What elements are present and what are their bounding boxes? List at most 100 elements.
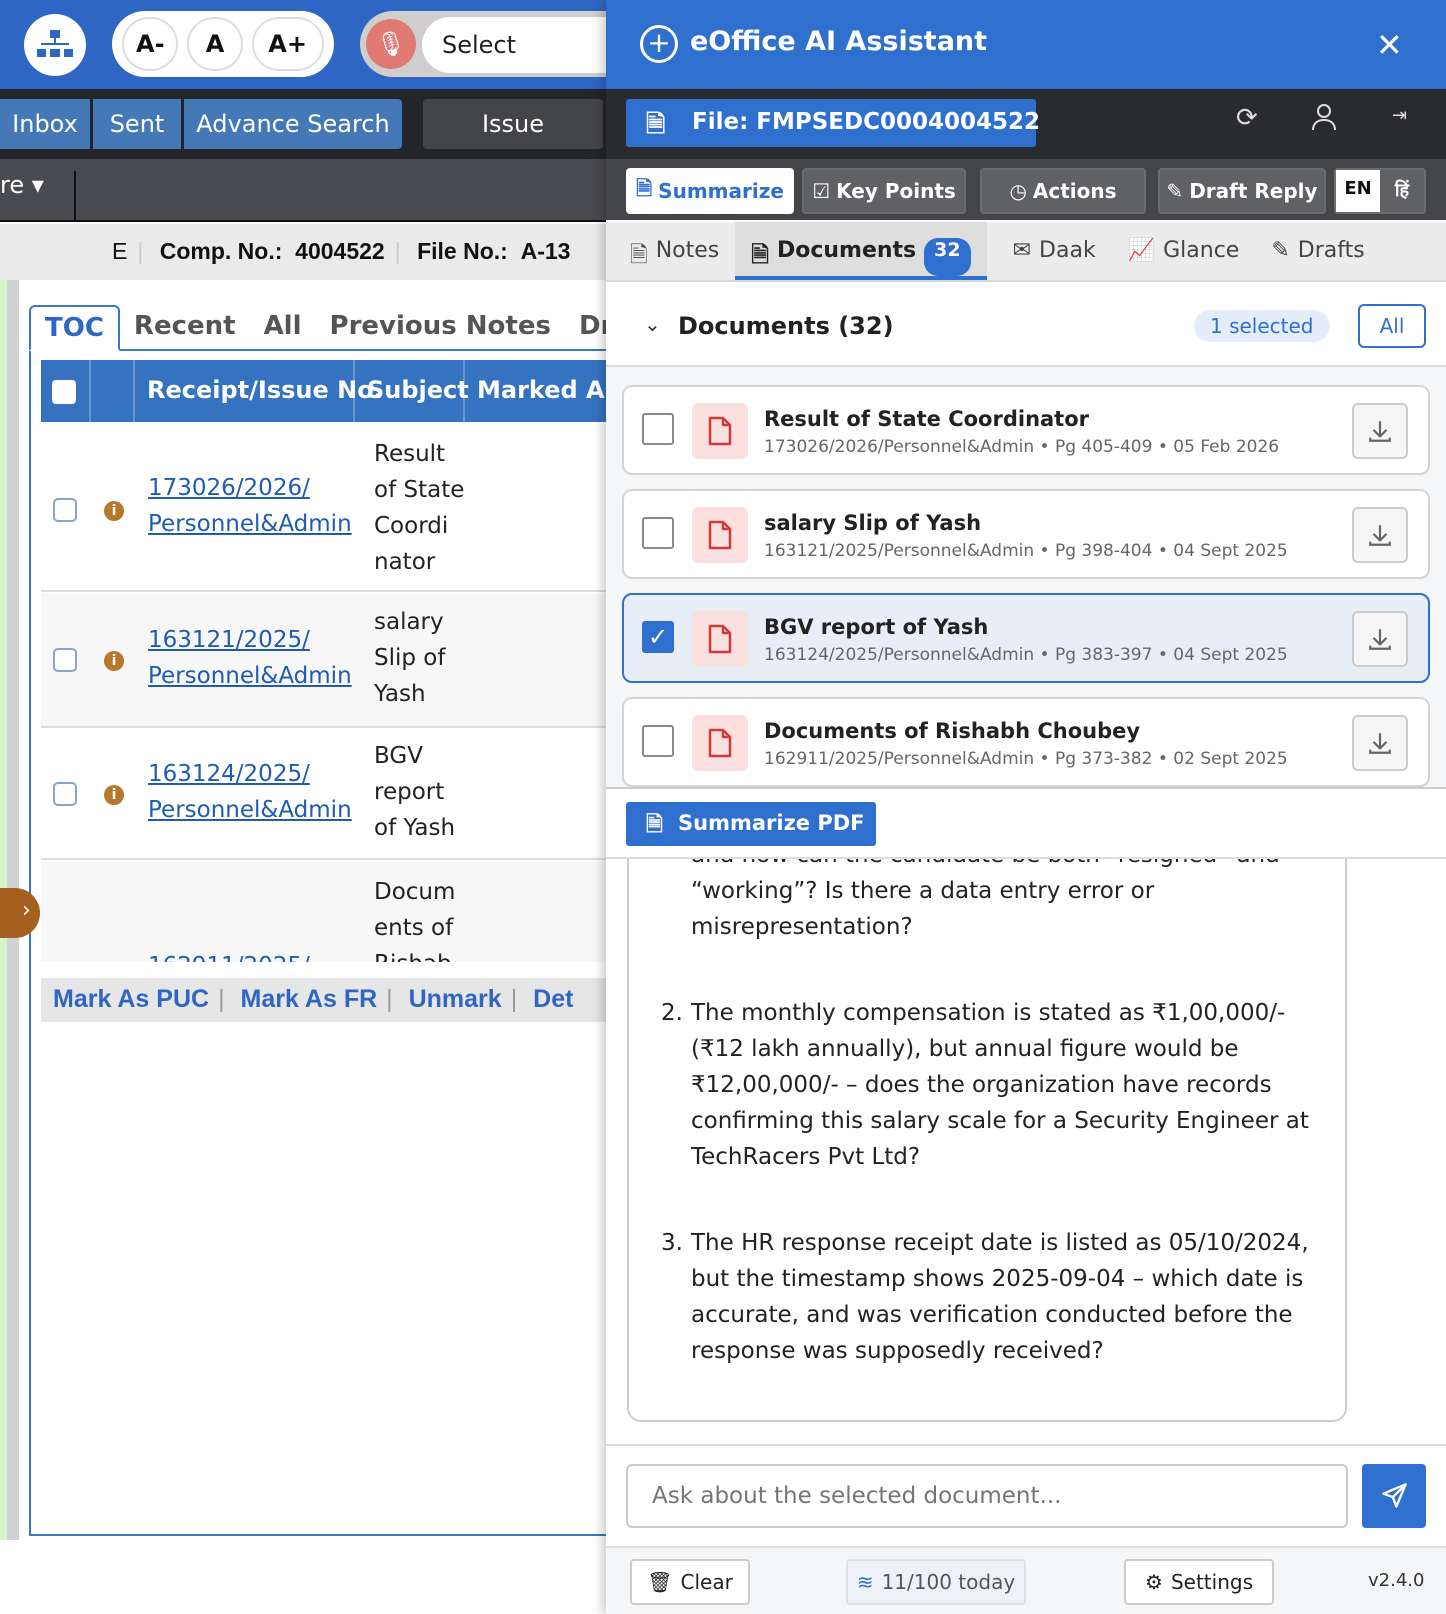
microphone-icon[interactable]: 🎙 xyxy=(366,19,416,69)
user-icon[interactable] xyxy=(1311,103,1337,138)
receipt-link[interactable]: 162911/2025/ xyxy=(148,948,310,962)
unmark-link[interactable]: Unmark xyxy=(409,985,502,1013)
key-points-label: Key Points xyxy=(836,179,956,203)
download-button[interactable] xyxy=(1352,403,1408,459)
document-card[interactable]: Result of State Coordinator 173026/2026/… xyxy=(622,385,1430,475)
nav-inbox[interactable]: Inbox xyxy=(0,99,90,149)
subject-cell: BGV report of Yash xyxy=(374,738,474,846)
file-icon: 🗎 xyxy=(646,110,666,138)
row-checkbox[interactable] xyxy=(53,648,77,672)
nav-sent[interactable]: Sent xyxy=(93,99,181,149)
receipt-link[interactable]: 173026/2026/Personnel&Admin xyxy=(148,470,352,542)
download-button[interactable] xyxy=(1352,507,1408,563)
tab-documents[interactable]: 🗎 Documents 32 xyxy=(735,222,987,280)
chevron-down-icon[interactable]: ⌄ xyxy=(644,312,661,336)
key-points-button[interactable]: ☑ Key Points xyxy=(802,168,966,214)
details-link[interactable]: Det xyxy=(533,985,573,1013)
subject-cell: Result of State Coordi nator xyxy=(374,436,474,580)
col-subject[interactable]: Subject xyxy=(355,360,469,422)
file-label: File: FMPSEDC0004004522 xyxy=(692,109,1041,135)
pdf-file-icon xyxy=(692,403,748,459)
font-decrease-button[interactable]: A- xyxy=(122,17,179,71)
summarize-button[interactable]: 🗎 Summarize xyxy=(626,168,794,214)
more-menu[interactable]: re ▾ xyxy=(0,171,76,221)
item-text: The monthly compensation is stated as ₹1… xyxy=(691,1000,1309,1170)
nav-advance-search[interactable]: Advance Search xyxy=(184,99,402,149)
org-chart-logo-icon[interactable] xyxy=(24,14,86,76)
info-icon[interactable]: i xyxy=(104,501,124,521)
tab-label: Drafts xyxy=(1297,238,1365,263)
download-button[interactable] xyxy=(1352,611,1408,667)
table-row[interactable]: 162911/2025/ Docum ents of Rishab xyxy=(41,862,621,962)
tab-recent[interactable]: Recent xyxy=(120,305,250,349)
item-number: 2. xyxy=(661,1000,683,1026)
pdf-file-icon xyxy=(692,611,748,667)
draft-reply-button[interactable]: ✎ Draft Reply xyxy=(1158,168,1326,214)
info-icon[interactable]: i xyxy=(104,785,124,805)
issue-tab[interactable]: Issue xyxy=(423,99,603,149)
download-button[interactable] xyxy=(1352,715,1408,771)
tab-glance[interactable]: 📈 Glance xyxy=(1112,222,1256,280)
row-checkbox[interactable] xyxy=(53,498,77,522)
document-card[interactable]: Documents of Rishabh Choubey 162911/2025… xyxy=(622,697,1430,787)
receipt-link[interactable]: 163121/2025/Personnel&Admin xyxy=(148,622,352,694)
summarize-pdf-button[interactable]: 🗎 Summarize PDF xyxy=(626,802,876,846)
documents-title[interactable]: Documents (32) xyxy=(678,312,894,340)
document-card[interactable]: ✓ BGV report of Yash 163124/2025/Personn… xyxy=(622,593,1430,683)
select-all-button[interactable]: All xyxy=(1358,304,1426,348)
table-row[interactable]: i 163121/2025/Personnel&Admin salary Slip… xyxy=(41,594,621,728)
download-icon xyxy=(1369,629,1391,650)
font-reset-button[interactable]: A xyxy=(186,17,243,71)
actions-button[interactable]: ◷ Actions xyxy=(980,168,1146,214)
table-row[interactable]: i 173026/2026/Personnel&Admin Result of S… xyxy=(41,424,621,592)
table-row[interactable]: i 163124/2025/Personnel&Admin BGV report o… xyxy=(41,730,621,860)
plus-circle-icon[interactable]: + xyxy=(640,25,678,63)
document-icon: 🗎 xyxy=(646,812,663,836)
document-checkbox[interactable] xyxy=(642,517,674,549)
select-all-checkbox[interactable] xyxy=(52,380,76,404)
refresh-icon[interactable]: ⟳ xyxy=(1236,103,1258,133)
logout-icon[interactable]: ⇥ xyxy=(1392,105,1407,126)
subject-line: Slip of xyxy=(374,645,446,671)
document-checkbox[interactable]: ✓ xyxy=(642,621,674,653)
font-increase-button[interactable]: A+ xyxy=(251,17,324,71)
font-size-controls: A- A A+ xyxy=(112,11,334,77)
document-title: Result of State Coordinator xyxy=(764,407,1090,431)
mark-as-puc-link[interactable]: Mark As PUC xyxy=(53,985,209,1013)
tab-toc[interactable]: TOC xyxy=(29,305,120,351)
settings-label: Settings xyxy=(1170,1570,1253,1594)
tab-drafts[interactable]: ✎ Drafts xyxy=(1255,222,1380,280)
receipt-link[interactable]: 163124/2025/Personnel&Admin xyxy=(148,756,352,828)
chat-input-area xyxy=(606,1444,1446,1546)
document-card[interactable]: salary Slip of Yash 163121/2025/Personne… xyxy=(622,489,1430,579)
document-list: Result of State Coordinator 173026/2026/… xyxy=(606,367,1446,789)
lang-hi[interactable]: हिं xyxy=(1380,170,1424,212)
settings-button[interactable]: ⚙ Settings xyxy=(1124,1559,1274,1605)
more-menu-label: re xyxy=(0,171,25,199)
tab-notes[interactable]: 🗎 Notes xyxy=(614,222,735,280)
clear-button[interactable]: 🗑 Clear xyxy=(630,1559,750,1605)
send-button[interactable] xyxy=(1362,1464,1426,1528)
tab-previous-notes[interactable]: Previous Notes xyxy=(316,305,565,349)
document-checkbox[interactable] xyxy=(642,725,674,757)
item-number: 3. xyxy=(661,1230,683,1256)
mark-as-fr-link[interactable]: Mark As FR xyxy=(241,985,378,1013)
col-marked-as[interactable]: Marked As xyxy=(465,360,625,422)
document-meta: 173026/2026/Personnel&Admin • Pg 405-409… xyxy=(764,437,1280,457)
file-button[interactable]: 🗎 File: FMPSEDC0004004522 xyxy=(626,99,1040,147)
info-e: E xyxy=(112,238,128,264)
layers-icon: ≋ xyxy=(856,1570,874,1594)
tab-all[interactable]: All xyxy=(250,305,316,349)
info-icon[interactable]: i xyxy=(104,651,124,671)
document-checkbox[interactable] xyxy=(642,413,674,445)
trash-icon: 🗑 xyxy=(647,1570,673,1594)
voice-select-dropdown[interactable]: Select xyxy=(422,17,620,73)
row-checkbox[interactable] xyxy=(53,782,77,806)
ask-input[interactable] xyxy=(626,1464,1348,1528)
notes-icon: 🗎 xyxy=(630,243,648,268)
tab-daak[interactable]: ✉ Daak xyxy=(997,222,1112,280)
receipt-line1: 173026/2026/ xyxy=(148,475,310,501)
close-icon[interactable]: ✕ xyxy=(1376,26,1403,64)
lang-en[interactable]: EN xyxy=(1336,170,1380,212)
col-receipt[interactable]: Receipt/Issue No. xyxy=(135,360,383,422)
